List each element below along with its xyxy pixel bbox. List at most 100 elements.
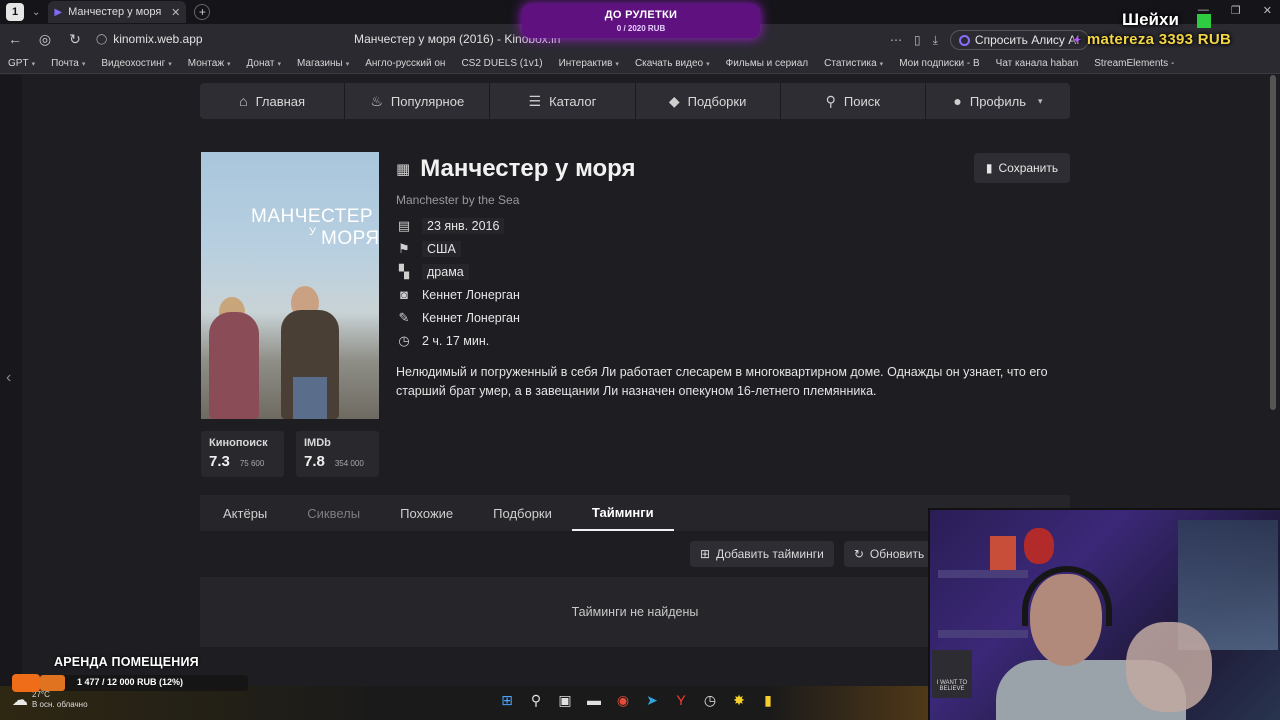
telegram-icon[interactable]: ➤ xyxy=(643,692,661,709)
bookmark-item[interactable]: GPT ▾ xyxy=(0,58,43,69)
search-icon[interactable]: ⚲ xyxy=(527,692,545,709)
bookmark-item[interactable]: Мои подписки - В xyxy=(891,58,987,69)
nav-home[interactable]: ⌂ Главная xyxy=(200,83,345,119)
new-tab-button[interactable]: + xyxy=(194,4,211,20)
bookmark-label: Англо-русский он xyxy=(365,58,446,69)
save-label: Сохранить xyxy=(998,161,1059,175)
more-icon[interactable]: ⋯ xyxy=(890,33,902,47)
rating-value: 7.8 xyxy=(304,453,325,470)
protect-icon[interactable]: ◎ xyxy=(30,31,60,48)
webcam-shelf xyxy=(938,630,1028,638)
donor-name: matereza xyxy=(1086,31,1155,48)
genre-link[interactable]: драма xyxy=(422,263,469,280)
refresh-button[interactable]: ↻ Обновить xyxy=(843,541,935,567)
bookmark-item[interactable]: Интерактив ▾ xyxy=(551,58,627,69)
nav-popular[interactable]: ♨ Популярное xyxy=(345,83,490,119)
bookmark-item[interactable]: StreamElements - xyxy=(1086,58,1182,69)
chevron-down-icon: ▾ xyxy=(227,60,231,68)
film-meta: ▤ 23 янв. 2016 ⚑ США ▚ драма ◙ Кеннет Ло… xyxy=(396,217,1070,349)
bookmark-item[interactable]: Скачать видео ▾ xyxy=(627,58,718,69)
rent-goal-widget: АРЕНДА ПОМЕЩЕНИЯ 1 477 / 12 000 RUB (12%… xyxy=(0,652,260,698)
chevron-down-icon: ▾ xyxy=(345,60,350,68)
tab-timings[interactable]: Тайминги xyxy=(571,495,674,531)
bookmark-item[interactable]: Англо-русский он xyxy=(357,58,453,69)
chevron-down-icon: ▾ xyxy=(31,60,36,68)
bookmark-item[interactable]: Монтаж ▾ xyxy=(180,58,239,69)
add-timings-button[interactable]: ⊞ Добавить тайминги xyxy=(690,541,834,567)
back-icon[interactable]: ← xyxy=(0,31,30,47)
nav-profile[interactable]: ● Профиль ▾ xyxy=(925,83,1070,119)
reload-icon[interactable]: ↻ xyxy=(60,31,90,48)
url-field[interactable]: ◯ kinomix.web.app xyxy=(96,32,203,46)
ratings: Кинопоиск 7.3 75 600 IMDb 7.8 354 000 xyxy=(201,431,379,477)
top-donor: ✦ matereza 3393 RUB xyxy=(1072,31,1231,48)
clock-app-icon[interactable]: ◷ xyxy=(701,692,719,709)
page-scrollbar[interactable] xyxy=(1270,75,1276,410)
nav-catalog[interactable]: ☰ Каталог xyxy=(490,83,635,119)
flag-icon: ⚑ xyxy=(398,240,410,256)
bookmark-label: GPT xyxy=(8,58,29,69)
film-icon: ▦ xyxy=(396,161,411,178)
bookmark-item[interactable]: Видеохостинг ▾ xyxy=(93,58,179,69)
film-title: Манчестер у моря xyxy=(420,155,636,182)
rating-kinopoisk[interactable]: Кинопоиск 7.3 75 600 xyxy=(201,431,284,477)
writer-name: Кеннет Лонерган xyxy=(422,310,520,325)
ask-alice-button[interactable]: Спросить Алису AI xyxy=(949,30,1089,50)
maximize-icon[interactable]: ❐ xyxy=(1231,4,1241,17)
nav-collections[interactable]: ◆ Подборки xyxy=(635,83,780,119)
pencil-icon: ✎ xyxy=(398,309,410,325)
tab-counter[interactable]: 1 xyxy=(6,3,24,21)
director-icon: ◙ xyxy=(400,287,408,302)
webcam-spiderman-mask xyxy=(1024,528,1054,564)
close-window-icon[interactable]: ✕ xyxy=(1263,4,1272,17)
home-icon: ⌂ xyxy=(239,93,248,109)
bookmark-label: Интерактив xyxy=(558,58,613,69)
screen: { "browser": { "tab_count": "1", "active… xyxy=(0,0,1280,720)
nav-search-label: Поиск xyxy=(843,93,880,109)
bookmark-label: Магазины xyxy=(296,58,343,69)
yandex-browser-icon[interactable]: Y xyxy=(672,692,690,709)
bookmark-item[interactable]: Статистика ▾ xyxy=(816,58,891,69)
timings-actions: ⊞ Добавить тайминги ↻ Обновить xyxy=(690,541,935,567)
bookmark-item[interactable]: CS2 DUELS (1v1) xyxy=(453,58,550,69)
rent-goal-icon xyxy=(12,674,40,692)
bookmark-item[interactable]: Донат ▾ xyxy=(239,58,289,69)
rating-imdb[interactable]: IMDb 7.8 354 000 xyxy=(296,431,379,477)
url-text: kinomix.web.app xyxy=(113,32,203,46)
original-title: Manchester by the Sea xyxy=(396,193,520,207)
tab-list-chevron-icon[interactable]: ⌄ xyxy=(32,7,40,18)
tab-sequels[interactable]: Сиквелы xyxy=(287,495,380,531)
windows-start-icon[interactable]: ⊞ xyxy=(498,692,516,709)
download-icon[interactable]: ⤓ xyxy=(933,33,938,48)
battery-app-icon[interactable]: ▮ xyxy=(759,692,777,709)
bookmark-item[interactable]: Магазины ▾ xyxy=(289,58,357,69)
chevron-left-icon[interactable]: ‹ xyxy=(6,369,11,387)
bookmark-icon: ▮ xyxy=(985,161,993,175)
webcam-x-files-poster: I WANT TO BELIEVE xyxy=(932,650,972,698)
save-button[interactable]: ▮ Сохранить xyxy=(974,153,1070,183)
tab-similar[interactable]: Похожие xyxy=(380,495,473,531)
bookmark-item[interactable]: Чат канала haban xyxy=(988,58,1087,69)
streamer-badge-icon xyxy=(1197,14,1211,28)
bookmark-icon[interactable]: ▯ xyxy=(914,33,921,47)
country-link[interactable]: США xyxy=(422,240,461,257)
rating-votes: 354 000 xyxy=(334,459,364,468)
bookmark-label: Видеохостинг xyxy=(101,58,166,69)
browser-tab-active[interactable]: ▶ Манчестер у моря (20 ✕ xyxy=(48,1,187,23)
bookmark-item[interactable]: Почта ▾ xyxy=(43,58,93,69)
task-view-icon[interactable]: ▣ xyxy=(556,692,574,709)
site-info-icon[interactable]: ◯ xyxy=(96,34,107,45)
release-date: 23 янв. 2016 xyxy=(422,217,505,234)
folder-icon[interactable]: ▬ xyxy=(585,692,603,709)
nav-search[interactable]: ⚲ Поиск xyxy=(780,83,925,119)
tab-collections[interactable]: Подборки xyxy=(473,495,572,531)
bookmark-item[interactable]: Фильмы и сериал xyxy=(718,58,817,69)
chrome-icon[interactable]: ◉ xyxy=(614,692,632,709)
bee-app-icon[interactable]: ✸ xyxy=(730,692,748,709)
chevron-down-icon: ▾ xyxy=(1037,95,1043,106)
bookmark-label: Чат канала haban xyxy=(995,58,1079,69)
close-tab-icon[interactable]: ✕ xyxy=(171,6,180,19)
donor-amount: 3393 RUB xyxy=(1158,31,1232,48)
film-poster[interactable]: МАНЧЕСТЕР У МОРЯ xyxy=(201,152,379,419)
tab-actors[interactable]: Актёры xyxy=(203,495,287,531)
